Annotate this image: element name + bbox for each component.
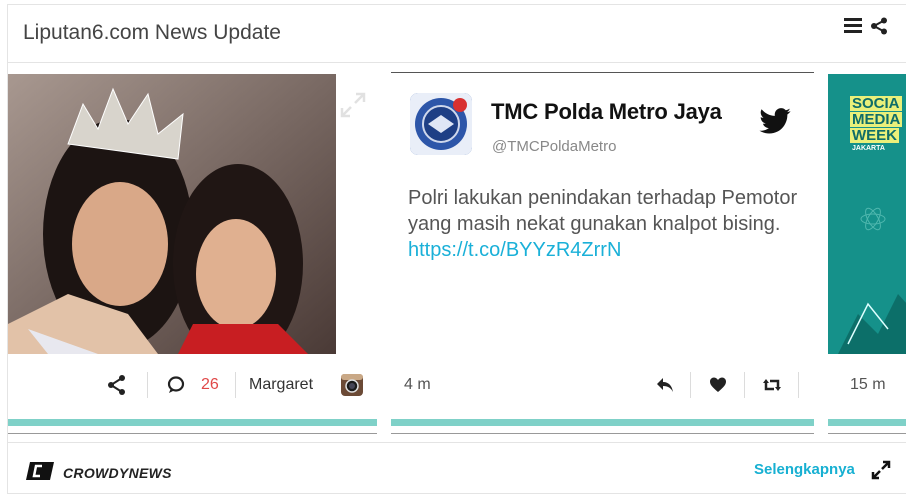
post-photo[interactable] [8, 74, 336, 354]
footer-brand[interactable]: CROWDYNEWS [63, 465, 172, 481]
post-actions: 26 Margaret [8, 368, 377, 402]
instagram-icon[interactable] [340, 368, 364, 402]
expand-icon[interactable] [871, 460, 891, 480]
hamburger-icon[interactable] [844, 17, 862, 33]
twitter-icon[interactable] [759, 108, 791, 134]
widget-header: Liputan6.com News Update [8, 5, 906, 63]
image-text-line: JAKARTA [852, 145, 885, 152]
accent-bar [8, 419, 377, 426]
tweet-author-handle[interactable]: @TMCPoldaMetro [492, 138, 616, 155]
tweet-actions: 4 m [391, 368, 814, 402]
post-time: 4 m [404, 376, 431, 393]
retweet-icon[interactable] [761, 368, 783, 402]
comment-count[interactable]: 26 [201, 368, 219, 402]
post-time: 15 m [850, 376, 886, 393]
post-card-instagram[interactable]: 26 Margaret [8, 72, 377, 434]
comment-icon[interactable] [166, 368, 186, 402]
post-card-tweet[interactable]: TMC Polda Metro Jaya @TMCPoldaMetro Polr… [391, 72, 814, 434]
tweet-body: Polri lakukan penindakan terhadap Pemoto… [408, 187, 798, 235]
widget-footer: CROWDYNEWS Selengkapnya [8, 442, 906, 494]
divider [828, 433, 906, 434]
divider [235, 372, 236, 398]
police-emblem-icon [410, 93, 472, 155]
expand-icon[interactable] [340, 92, 366, 118]
share-icon[interactable] [106, 368, 126, 402]
avatar[interactable] [410, 93, 472, 155]
post-image[interactable]: SOCIA MEDIA WEEK JAKARTA [828, 74, 906, 354]
divider [690, 372, 691, 398]
reply-icon[interactable] [655, 368, 675, 402]
divider [391, 433, 814, 434]
crowdynews-logo-icon[interactable] [26, 462, 54, 480]
post-card-image[interactable]: SOCIA MEDIA WEEK JAKARTA 15 m [828, 72, 906, 434]
image-text-line: SOCIA [850, 95, 902, 112]
accent-bar [828, 419, 906, 426]
tweet-author-name[interactable]: TMC Polda Metro Jaya [491, 99, 722, 125]
photo [8, 74, 336, 354]
atom-icon [860, 207, 886, 231]
tweet-link[interactable]: https://t.co/BYYzR4ZrrN [408, 239, 621, 261]
divider [8, 433, 377, 434]
tweet-text: Polri lakukan penindakan terhadap Pemoto… [408, 185, 803, 263]
divider [798, 372, 799, 398]
post-actions: 15 m [828, 368, 906, 402]
post-author[interactable]: Margaret [249, 368, 313, 402]
image-text-line: WEEK [850, 127, 899, 144]
accent-bar [391, 419, 814, 426]
divider [744, 372, 745, 398]
widget-title: Liputan6.com News Update [23, 21, 281, 44]
heart-icon[interactable] [708, 368, 728, 402]
image-text-line: MEDIA [850, 111, 903, 128]
view-more-link[interactable]: Selengkapnya [754, 461, 855, 478]
news-widget: Liputan6.com News Update 26 Margaret TMC… [7, 4, 906, 494]
divider [147, 372, 148, 398]
share-icon[interactable] [870, 17, 888, 35]
decorative-graphic [838, 294, 906, 354]
divider [391, 72, 814, 73]
